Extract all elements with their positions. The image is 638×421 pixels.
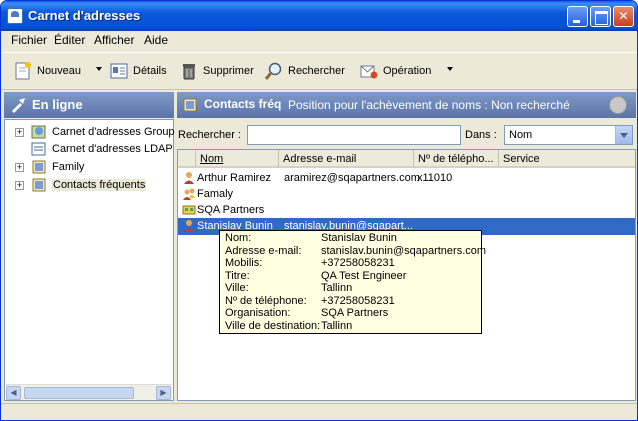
search-button[interactable]: Rechercher [264,61,348,83]
table-row[interactable]: SQA Partners [178,202,635,219]
horizontal-scrollbar[interactable]: ◀ ▶ [6,384,172,400]
name-completion-status: Position pour l'achèvement de noms : Non… [288,98,570,112]
right-pane-header: Contacts fréq Position pour l'achèvement… [177,92,636,118]
column-header-phone[interactable]: Nº de télépho... [414,150,499,168]
column-header-name[interactable]: Nom [196,150,279,168]
scope-value: Nom [509,129,533,141]
group-icon [183,188,195,200]
status-bar [1,403,637,420]
address-book-icon [7,8,23,24]
organization-icon [182,205,196,215]
menu-aide[interactable]: Aide [144,33,168,47]
search-field-label: Rechercher : [178,129,241,141]
expand-icon[interactable]: + [15,181,24,190]
operation-button[interactable]: Opération [359,61,439,83]
new-label: Nouveau [37,65,82,77]
left-pane-header: En ligne [4,92,174,118]
tree-item-label: Carnet d'adresses Group [52,126,175,138]
trash-icon [183,64,195,80]
refresh-icon[interactable] [609,96,627,114]
delete-label: Supprimer [203,65,254,77]
scope-label: Dans : [465,129,497,141]
menu-bar: Fichier Éditer Afficher Aide [1,31,637,50]
left-pane-title: En ligne [32,97,83,112]
column-header-icon[interactable] [178,150,196,168]
scroll-right-icon[interactable]: ▶ [156,386,171,400]
tree-item-label: Carnet d'adresses LDAP [52,143,173,155]
operation-icon [360,65,378,79]
address-book-tree: + Carnet d'adresses Group Carnet d'adres… [4,119,175,401]
menu-afficher[interactable]: Afficher [94,33,134,47]
operation-label: Opération [383,65,432,77]
new-button[interactable]: Nouveau [13,61,93,83]
close-button[interactable] [613,6,634,27]
delete-button[interactable]: Supprimer [179,61,255,83]
minimize-button[interactable] [567,6,588,27]
right-pane-title: Contacts fréq [204,97,282,111]
search-label: Rechercher [288,65,345,77]
new-card-icon [15,62,31,80]
scroll-left-icon[interactable]: ◀ [6,386,21,400]
magnifier-icon [264,62,282,80]
address-book-icon [32,178,46,192]
new-dropdown-arrow-icon[interactable] [96,67,102,71]
table-row[interactable]: Arthur Ramirez aramirez@sqapartners.com … [178,170,635,187]
column-header-email[interactable]: Adresse e-mail [279,150,414,168]
title-bar[interactable]: Carnet d'adresses [1,1,637,31]
table-row[interactable]: Famaly [178,186,635,203]
contact-tooltip: Nom: Stanislav Bunin Adresse e-mail: stani… [219,230,486,334]
scope-select[interactable]: Nom [504,125,633,145]
scroll-thumb[interactable] [24,387,134,399]
expand-icon[interactable]: + [15,163,24,172]
window-title: Carnet d'adresses [28,8,141,23]
menu-fichier[interactable]: Fichier [11,33,47,47]
tree-item-label: Contacts fréquents [52,179,147,191]
expand-icon[interactable]: + [15,128,24,137]
address-book-icon [32,160,46,174]
address-book-window: Carnet d'adresses Fichier Éditer Affiche… [0,0,638,421]
details-card-icon [110,63,128,79]
person-icon [184,172,194,184]
details-label: Détails [133,65,167,77]
maximize-button[interactable] [590,6,611,27]
ldap-icon [31,142,46,156]
online-icon [12,98,25,113]
column-header-service[interactable]: Service [499,150,635,168]
address-book-icon [183,98,197,112]
search-input[interactable] [247,125,461,145]
chevron-down-icon[interactable] [615,126,632,144]
operation-dropdown-arrow-icon[interactable] [447,67,453,71]
tree-item-label: Family [52,161,85,173]
person-icon [184,220,194,232]
menu-editer[interactable]: Éditer [54,33,85,47]
address-book-group-icon [31,125,46,139]
toolbar: Nouveau Détails Supprimer Rechercher Opé… [1,52,637,90]
details-button[interactable]: Détails [109,61,171,83]
